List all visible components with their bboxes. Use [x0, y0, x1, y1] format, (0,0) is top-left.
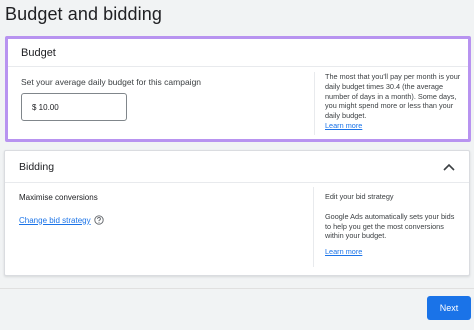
- change-bid-strategy: Change bid strategy: [19, 215, 104, 225]
- bidding-help-panel: Edit your bid strategy Google Ads automa…: [325, 192, 455, 257]
- bidding-section: Bidding Maximise conversions Change bid …: [4, 150, 470, 276]
- bidding-header[interactable]: Bidding: [5, 151, 469, 183]
- budget-help-text: The most that you'll pay per month is yo…: [325, 72, 461, 121]
- divider: [313, 187, 314, 267]
- footer-divider: [0, 288, 474, 289]
- divider: [314, 72, 315, 135]
- budget-section: Budget Set your average daily budget for…: [5, 36, 471, 142]
- budget-body: Set your average daily budget for this c…: [8, 67, 468, 142]
- budget-heading: Budget: [8, 39, 468, 67]
- change-bid-strategy-link[interactable]: Change bid strategy: [19, 216, 91, 225]
- page-title: Budget and bidding: [5, 4, 162, 24]
- daily-budget-input[interactable]: $ 10.00: [21, 93, 127, 121]
- budget-learn-more-link[interactable]: Learn more: [325, 121, 465, 131]
- bidding-help-text: Google Ads automatically sets your bids …: [325, 211, 455, 241]
- bidding-heading: Bidding: [19, 160, 55, 173]
- bidding-body: Maximise conversions Change bid strategy…: [5, 183, 469, 275]
- bidding-help-title: Edit your bid strategy: [325, 192, 394, 201]
- chevron-up-icon[interactable]: [442, 160, 456, 174]
- next-button[interactable]: Next: [427, 296, 471, 320]
- budget-prompt: Set your average daily budget for this c…: [21, 77, 202, 87]
- bidding-learn-more-link[interactable]: Learn more: [325, 247, 455, 257]
- bid-strategy-name: Maximise conversions: [19, 193, 98, 202]
- budget-help-panel: The most that you'll pay per month is yo…: [325, 72, 465, 131]
- question-circle-icon[interactable]: [93, 215, 104, 225]
